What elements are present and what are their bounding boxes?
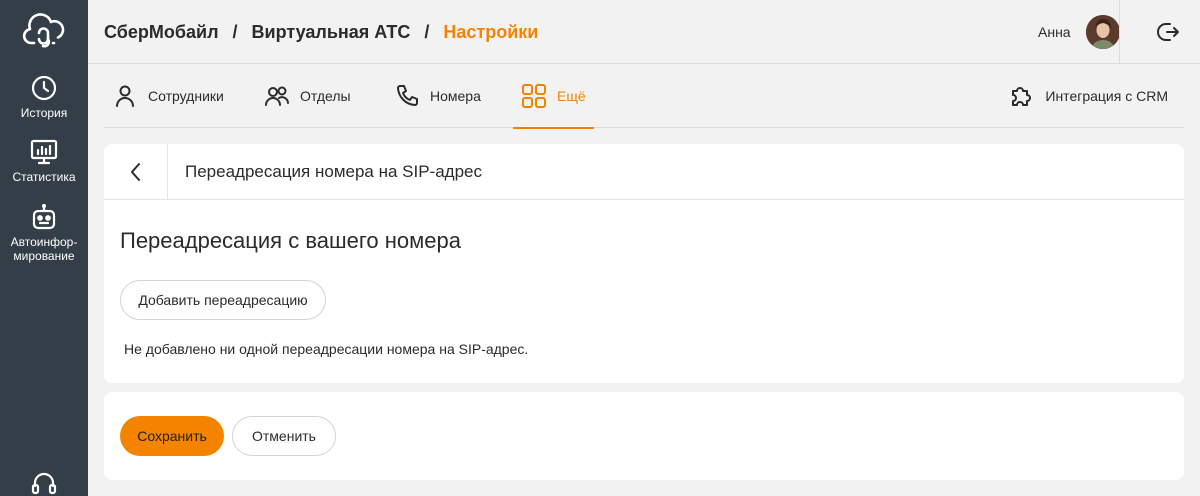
sidebar-item-statistics[interactable]: Статистика bbox=[0, 138, 88, 184]
clock-icon bbox=[31, 75, 57, 101]
sidebar-item-label: История bbox=[20, 106, 68, 120]
breadcrumb-separator: / bbox=[424, 22, 430, 42]
tab-numbers[interactable]: Номера bbox=[394, 64, 481, 128]
empty-state-text: Не добавлено ни одной переадресации номе… bbox=[124, 341, 529, 357]
tab-label: Сотрудники bbox=[148, 88, 224, 104]
user-name[interactable]: Анна bbox=[1038, 24, 1071, 40]
tab-crm-integration[interactable]: Интеграция с CRM bbox=[1009, 64, 1168, 128]
logout-icon[interactable] bbox=[1156, 20, 1180, 44]
headset-icon[interactable] bbox=[30, 470, 58, 496]
breadcrumb-item-vpbx[interactable]: Виртуальная АТС bbox=[252, 22, 411, 42]
chevron-left-icon bbox=[130, 163, 140, 181]
cancel-button[interactable]: Отменить bbox=[232, 416, 336, 456]
phone-icon bbox=[397, 85, 418, 106]
card-header: Переадресация номера на SIP-адрес bbox=[104, 144, 1184, 200]
tab-label: Ещё bbox=[557, 88, 586, 104]
tab-departments[interactable]: Отделы bbox=[264, 64, 351, 128]
breadcrumb-item-settings: Настройки bbox=[443, 22, 539, 42]
sidebar-item-autoinforming[interactable]: Автоинфор-мирование bbox=[0, 203, 88, 263]
monitor-chart-icon bbox=[30, 139, 58, 165]
breadcrumb-item-company[interactable]: СберМобайл bbox=[104, 22, 219, 42]
person-icon bbox=[116, 85, 134, 107]
top-header: СберМобайл / Виртуальная АТС / Настройки Анн… bbox=[88, 0, 1200, 64]
breadcrumb-separator: / bbox=[232, 22, 238, 42]
section-title: Переадресация с вашего номера bbox=[120, 228, 461, 253]
actions-card: Сохранить Отменить bbox=[104, 392, 1184, 480]
sidebar-item-label: Автоинфор-мирование bbox=[10, 235, 78, 263]
breadcrumb: СберМобайл / Виртуальная АТС / Настройки bbox=[104, 20, 538, 44]
sidebar-item-label: Статистика bbox=[12, 170, 76, 184]
tab-label: Номера bbox=[430, 88, 481, 104]
puzzle-icon bbox=[1012, 87, 1032, 106]
tab-employees[interactable]: Сотрудники bbox=[112, 64, 224, 128]
sidebar: История Статистика Автоинфор-мирование bbox=[0, 0, 88, 496]
back-button[interactable] bbox=[104, 144, 168, 200]
sidebar-item-history[interactable]: История bbox=[0, 74, 88, 120]
save-button[interactable]: Сохранить bbox=[120, 416, 224, 456]
tab-label: Отделы bbox=[300, 88, 351, 104]
avatar[interactable] bbox=[1086, 15, 1120, 49]
cloud-logo-icon[interactable] bbox=[22, 13, 66, 51]
header-divider bbox=[1119, 0, 1120, 64]
forwarding-card: Переадресация номера на SIP-адрес Переад… bbox=[104, 144, 1184, 383]
add-forwarding-button[interactable]: Добавить переадресацию bbox=[120, 280, 326, 320]
tab-more[interactable]: Ещё bbox=[513, 64, 594, 129]
page-title: Переадресация номера на SIP-адрес bbox=[185, 162, 483, 181]
people-icon bbox=[265, 86, 289, 106]
robot-icon bbox=[32, 203, 56, 230]
avatar-photo bbox=[1086, 15, 1120, 49]
tab-label: Интеграция с CRM bbox=[1045, 88, 1168, 104]
settings-tabs: Сотрудники Отделы Номера Ещё Интеграция … bbox=[104, 64, 1184, 129]
grid-icon bbox=[522, 84, 546, 108]
